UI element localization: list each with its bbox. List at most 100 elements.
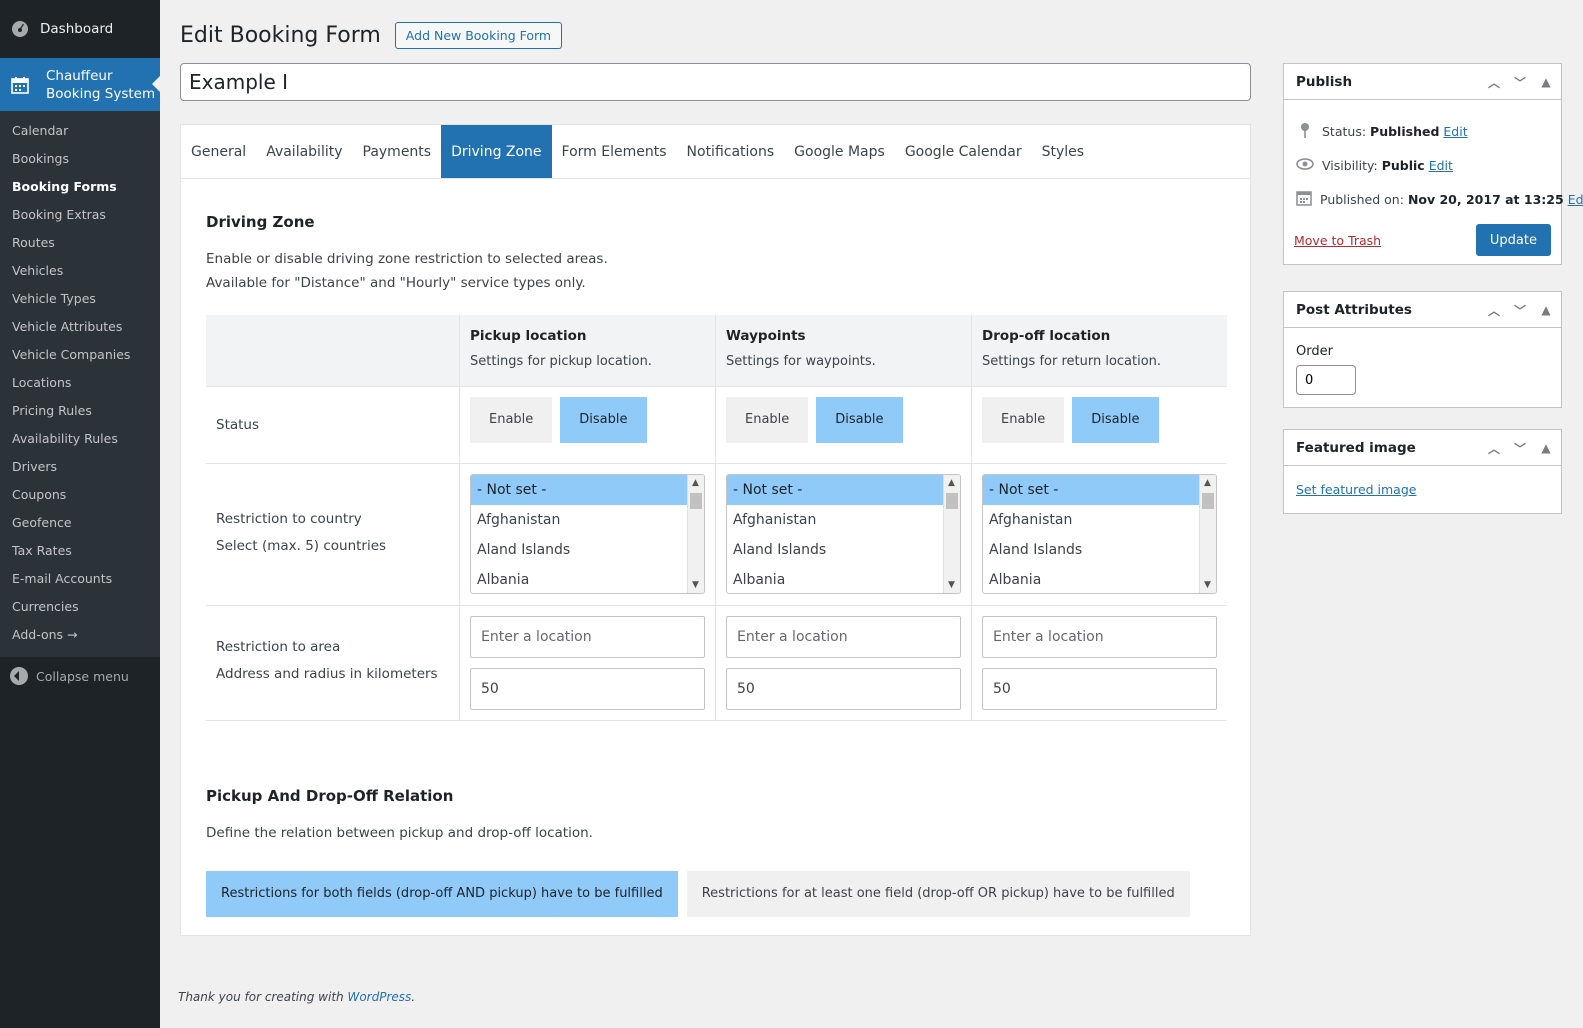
sidebar-item-pricing-rules[interactable]: Pricing Rules	[0, 397, 160, 425]
country-option[interactable]: Afghanistan	[727, 505, 943, 535]
move-down-icon[interactable]: ﹀	[1511, 440, 1529, 457]
tab-google-maps[interactable]: Google Maps	[784, 125, 895, 178]
scroll-up-icon[interactable]: ▲	[948, 478, 955, 488]
sidebar-item-e-mail-accounts[interactable]: E-mail Accounts	[0, 565, 160, 593]
order-input[interactable]	[1296, 365, 1356, 395]
scroll-down-icon[interactable]: ▼	[1204, 580, 1211, 590]
scroll-thumb[interactable]	[946, 492, 958, 509]
move-up-icon[interactable]: ︿	[1485, 440, 1503, 457]
country-option[interactable]: - Not set -	[727, 474, 943, 505]
toggle-panel-icon[interactable]: ▲	[1537, 441, 1555, 455]
sidebar-item-add-ons[interactable]: Add-ons →	[0, 621, 160, 649]
column-header-dropoff: Drop-off location Settings for return lo…	[971, 315, 1227, 387]
enable-button[interactable]: Enable	[470, 396, 553, 443]
sidebar-item-bookings[interactable]: Bookings	[0, 145, 160, 173]
country-listbox-dropoff[interactable]: - Not set - Afghanistan Aland Islands Alban…	[982, 473, 1217, 594]
sidebar-item-vehicle-types[interactable]: Vehicle Types	[0, 285, 160, 313]
listbox-scrollbar[interactable]: ▲ ▼	[943, 474, 960, 593]
country-option[interactable]: Albania	[983, 565, 1199, 593]
tab-payments[interactable]: Payments	[353, 125, 442, 178]
relation-and-button[interactable]: Restrictions for both fields (drop-off A…	[206, 870, 678, 917]
area-label: Restriction to area	[216, 638, 341, 655]
sidebar-item-vehicle-companies[interactable]: Vehicle Companies	[0, 341, 160, 369]
sidebar-item-vehicle-attributes[interactable]: Vehicle Attributes	[0, 313, 160, 341]
country-option[interactable]: Aland Islands	[727, 535, 943, 565]
toggle-panel-icon[interactable]: ▲	[1537, 303, 1555, 317]
published-value: Nov 20, 2017 at 13:25	[1407, 191, 1564, 207]
scroll-up-icon[interactable]: ▲	[1204, 478, 1211, 488]
enable-button[interactable]: Enable	[982, 396, 1065, 443]
enable-button[interactable]: Enable	[726, 396, 809, 443]
update-button[interactable]: Update	[1475, 224, 1551, 256]
move-up-icon[interactable]: ︿	[1485, 302, 1503, 319]
radius-input[interactable]	[726, 667, 961, 710]
move-up-icon[interactable]: ︿	[1485, 74, 1503, 91]
set-featured-image-link[interactable]: Set featured image	[1284, 466, 1561, 513]
row-label-status: Status	[206, 386, 460, 464]
sidebar-item-currencies[interactable]: Currencies	[0, 593, 160, 621]
location-input[interactable]	[982, 615, 1217, 658]
sidebar-item-drivers[interactable]: Drivers	[0, 453, 160, 481]
tab-notifications[interactable]: Notifications	[677, 125, 785, 178]
radius-input[interactable]	[470, 667, 705, 710]
sidebar-item-routes[interactable]: Routes	[0, 229, 160, 257]
country-option[interactable]: Aland Islands	[983, 535, 1199, 565]
tab-general[interactable]: General	[181, 125, 256, 178]
country-option[interactable]: Afghanistan	[471, 505, 687, 535]
tab-availability[interactable]: Availability	[256, 125, 352, 178]
featured-image-title: Featured image	[1296, 439, 1416, 456]
sidebar-item-availability-rules[interactable]: Availability Rules	[0, 425, 160, 453]
sidebar-item-coupons[interactable]: Coupons	[0, 481, 160, 509]
listbox-scrollbar[interactable]: ▲ ▼	[687, 474, 704, 593]
sidebar-item-vehicles[interactable]: Vehicles	[0, 257, 160, 285]
country-listbox-waypoints[interactable]: - Not set - Afghanistan Aland Islands Alban…	[726, 473, 961, 594]
sidebar-item-geofence[interactable]: Geofence	[0, 509, 160, 537]
sidebar-item-booking-extras[interactable]: Booking Extras	[0, 201, 160, 229]
country-option[interactable]: - Not set -	[471, 474, 687, 505]
sidebar-item-calendar[interactable]: Calendar	[0, 117, 160, 145]
scroll-down-icon[interactable]: ▼	[948, 580, 955, 590]
menu-dashboard[interactable]: Dashboard	[0, 0, 160, 58]
move-down-icon[interactable]: ﹀	[1511, 302, 1529, 319]
country-option[interactable]: Afghanistan	[983, 505, 1199, 535]
location-input[interactable]	[726, 615, 961, 658]
country-option[interactable]: Albania	[727, 565, 943, 593]
edit-status-link[interactable]: Edit	[1443, 124, 1467, 139]
collapse-menu[interactable]: Collapse menu	[0, 659, 160, 693]
toggle-panel-icon[interactable]: ▲	[1537, 75, 1555, 89]
edit-date-link[interactable]: Edit	[1568, 192, 1583, 207]
tab-google-calendar[interactable]: Google Calendar	[895, 125, 1032, 178]
radius-input[interactable]	[982, 667, 1217, 710]
tab-form-elements[interactable]: Form Elements	[552, 125, 677, 178]
post-title-input[interactable]	[180, 63, 1251, 101]
sidebar-item-locations[interactable]: Locations	[0, 369, 160, 397]
scroll-up-icon[interactable]: ▲	[692, 478, 699, 488]
tab-styles[interactable]: Styles	[1032, 125, 1094, 178]
footer-end: .	[411, 990, 416, 1004]
sidebar-item-booking-forms[interactable]: Booking Forms	[0, 173, 160, 201]
wordpress-link[interactable]: WordPress	[347, 990, 411, 1004]
scroll-thumb[interactable]	[690, 492, 702, 509]
featured-image-box: Featured image ︿ ﹀ ▲ Set featured image	[1283, 429, 1562, 514]
country-option[interactable]: - Not set -	[983, 474, 1199, 505]
disable-button[interactable]: Disable	[816, 396, 903, 443]
add-new-booking-form-button[interactable]: Add New Booking Form	[394, 21, 563, 49]
menu-chauffeur-booking[interactable]: Chauffeur Booking System	[0, 58, 160, 111]
country-option[interactable]: Aland Islands	[471, 535, 687, 565]
scroll-down-icon[interactable]: ▼	[692, 580, 699, 590]
tab-driving-zone[interactable]: Driving Zone	[441, 125, 552, 178]
disable-button[interactable]: Disable	[1072, 396, 1159, 443]
listbox-scrollbar[interactable]: ▲ ▼	[1199, 474, 1216, 593]
disable-button[interactable]: Disable	[560, 396, 647, 443]
page-title: Edit Booking Form	[180, 22, 381, 48]
scroll-thumb[interactable]	[1202, 492, 1214, 509]
relation-or-button[interactable]: Restrictions for at least one field (dro…	[686, 870, 1190, 917]
move-down-icon[interactable]: ﹀	[1511, 74, 1529, 91]
sidebar-item-tax-rates[interactable]: Tax Rates	[0, 537, 160, 565]
move-to-trash-link[interactable]: Move to Trash	[1294, 233, 1381, 248]
country-listbox-pickup[interactable]: - Not set - Afghanistan Aland Islands Alban…	[470, 473, 705, 594]
location-input[interactable]	[470, 615, 705, 658]
driving-zone-table: Pickup location Settings for pickup loca…	[206, 315, 1227, 721]
country-option[interactable]: Albania	[471, 565, 687, 593]
edit-visibility-link[interactable]: Edit	[1429, 158, 1453, 173]
